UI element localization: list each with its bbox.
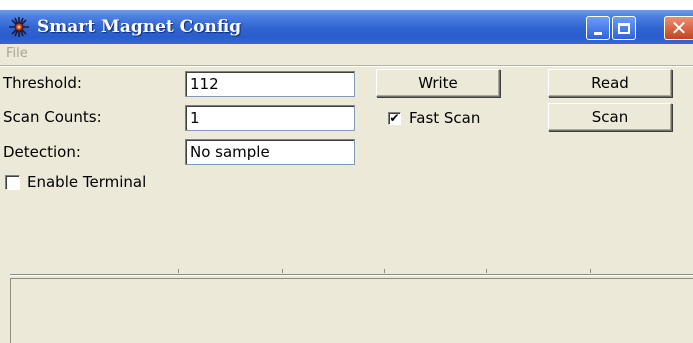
menu-file[interactable]: File [6, 46, 28, 61]
close-button[interactable]: ✕ [664, 16, 693, 40]
ruler-tick [282, 269, 283, 273]
menu-divider-highlight [0, 66, 693, 67]
scan-button[interactable]: Scan [548, 103, 672, 131]
magnet-bug-icon [9, 17, 29, 37]
fast-scan-check-box[interactable]: ✔ [388, 111, 401, 125]
read-button[interactable]: Read [548, 69, 672, 97]
scan-counts-input[interactable]: 1 [185, 105, 355, 131]
terminal-panel[interactable] [10, 278, 693, 343]
fast-scan-label: Fast Scan [409, 109, 481, 127]
threshold-input[interactable]: 112 [185, 71, 355, 97]
menu-bar: File [0, 44, 693, 65]
app-window: Smart Magnet Config ✕ File Threshold: 11… [0, 10, 693, 343]
maximize-icon [618, 22, 630, 34]
fast-scan-checkbox[interactable]: ✔ Fast Scan [388, 109, 480, 127]
enable-terminal-check-box[interactable] [5, 174, 20, 190]
write-button[interactable]: Write [376, 69, 500, 97]
enable-terminal-checkbox[interactable]: Enable Terminal [5, 173, 146, 191]
enable-terminal-label: Enable Terminal [27, 173, 147, 191]
close-icon: ✕ [670, 16, 688, 40]
scan-counts-label: Scan Counts: [3, 108, 102, 126]
minimize-button[interactable] [586, 16, 610, 40]
threshold-label: Threshold: [3, 74, 82, 92]
ruler-tick [384, 269, 385, 273]
checkmark-icon: ✔ [389, 111, 400, 125]
ruler-tick [178, 269, 179, 273]
ruler-tick [590, 269, 591, 273]
title-bar[interactable]: Smart Magnet Config ✕ [0, 10, 693, 44]
ruler-tick [486, 269, 487, 273]
maximize-button[interactable] [612, 16, 636, 40]
window-title: Smart Magnet Config [37, 17, 242, 37]
splitter-divider-highlight [10, 275, 693, 276]
detection-output: No sample [185, 139, 355, 165]
minimize-icon [594, 31, 602, 35]
detection-label: Detection: [3, 143, 81, 161]
